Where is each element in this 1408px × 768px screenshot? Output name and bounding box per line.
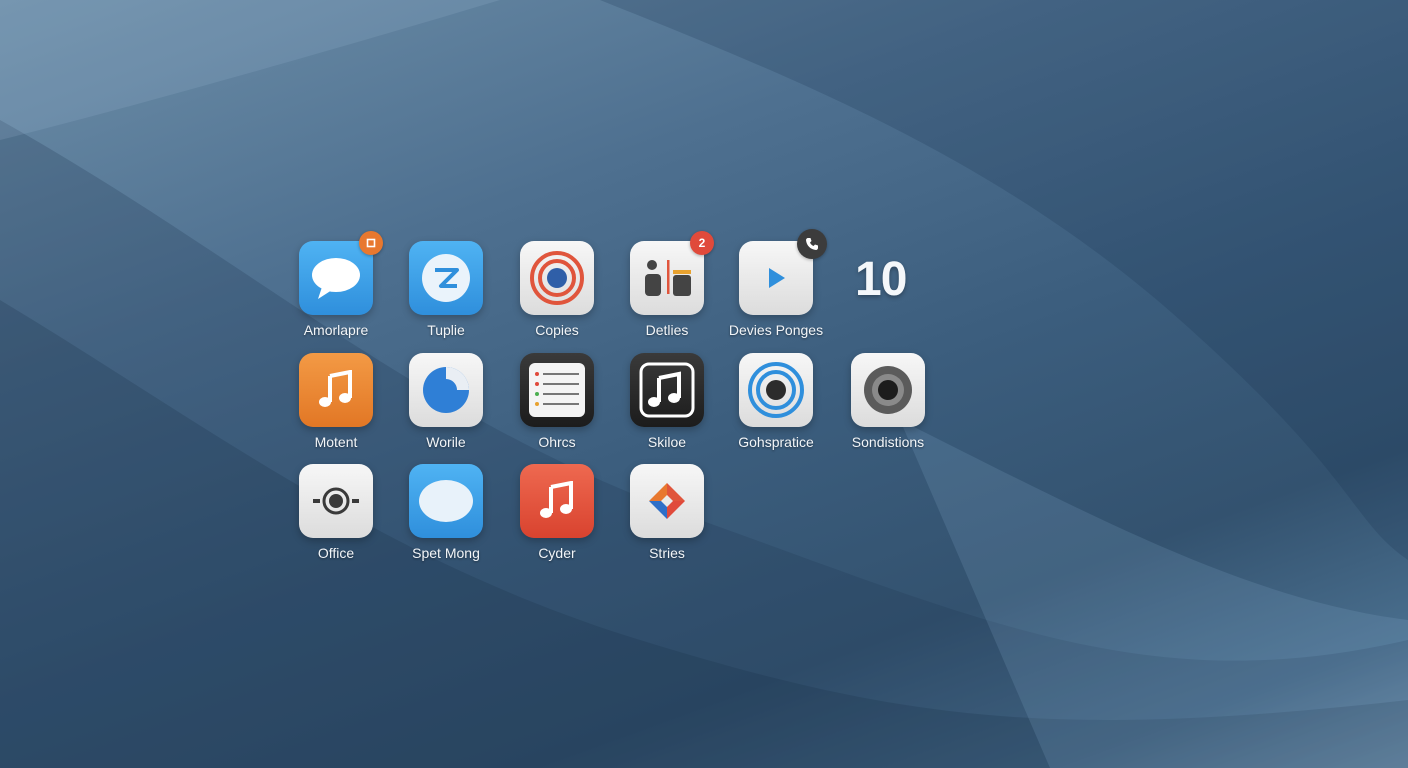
phone-icon	[421, 365, 471, 415]
diamond-logo-icon	[645, 479, 689, 523]
app-tile	[409, 353, 483, 427]
app-label: Spet Mong	[412, 545, 480, 561]
notification-badge	[359, 231, 383, 255]
phone-badge	[797, 229, 827, 259]
app-tile	[409, 464, 483, 538]
app-spet-mong[interactable]: Spet Mong	[391, 464, 501, 561]
app-detlies[interactable]: 2 Detlies	[612, 231, 722, 338]
app-tile	[520, 353, 594, 427]
app-label: Tuplie	[427, 322, 465, 338]
app-tile	[520, 464, 594, 538]
app-label: Worile	[426, 434, 466, 450]
app-copies[interactable]: Copies	[502, 241, 612, 338]
app-tuplie[interactable]: Tuplie	[391, 241, 501, 338]
camera-lens-icon	[862, 364, 914, 416]
app-cyder[interactable]: Cyder	[502, 464, 612, 561]
app-tile	[739, 353, 813, 427]
radar-icon	[747, 361, 805, 419]
app-tile	[851, 353, 925, 427]
app-tile	[739, 229, 827, 315]
notification-badge: 2	[690, 231, 714, 255]
app-label: Stries	[649, 545, 685, 561]
bars-icon	[642, 258, 692, 298]
phone-icon	[805, 237, 819, 251]
music-note-icon	[537, 481, 577, 521]
app-tile	[520, 241, 594, 315]
app-label: Gohspratice	[738, 434, 814, 450]
app-label: Copies	[535, 322, 579, 338]
app-stries[interactable]: Stries	[612, 464, 722, 561]
app-motent[interactable]: Motent	[281, 353, 391, 450]
app-tile	[409, 241, 483, 315]
oval-icon	[418, 479, 474, 523]
app-tile	[299, 353, 373, 427]
app-label: Skiloe	[647, 434, 687, 450]
app-office[interactable]: Office	[281, 464, 391, 561]
app-tile	[630, 464, 704, 538]
app-tile	[299, 231, 383, 315]
app-label: Amorlapre	[303, 322, 369, 338]
compass-icon	[421, 253, 471, 303]
app-ohrcs[interactable]: Ohrcs	[502, 353, 612, 450]
app-label: Sondistions	[851, 434, 925, 450]
chat-bubble-icon	[310, 255, 362, 301]
app-label: Motent	[314, 434, 358, 450]
app-worile[interactable]: Worile	[391, 353, 501, 450]
app-skiloe[interactable]: Skiloe	[612, 353, 722, 450]
app-gohspratice[interactable]: Gohspratice	[721, 353, 831, 450]
app-amorlapre[interactable]: Amorlapre	[281, 231, 391, 338]
music-note-icon	[316, 370, 356, 410]
app-tile: 2	[630, 231, 714, 315]
counter-text: 10	[855, 253, 907, 306]
app-tile	[299, 464, 373, 538]
app-grid: Amorlapre Tuplie Copies 2 Detlies Devies…	[0, 0, 1408, 768]
music-note-icon	[637, 360, 697, 420]
target-rings-icon	[529, 250, 585, 306]
app-label: Cyder	[538, 545, 576, 561]
app-tile	[630, 353, 704, 427]
app-label: Devies Ponges	[728, 322, 824, 338]
app-label: Office	[317, 545, 355, 561]
camera-icon	[313, 486, 359, 516]
app-label: Detlies	[645, 322, 689, 338]
list-icon	[527, 361, 587, 419]
app-label: Ohrcs	[538, 434, 576, 450]
app-sondistions[interactable]: Sondistions	[833, 353, 943, 450]
app-devies-ponges[interactable]: Devies Ponges	[721, 229, 831, 338]
play-icon	[761, 263, 791, 293]
